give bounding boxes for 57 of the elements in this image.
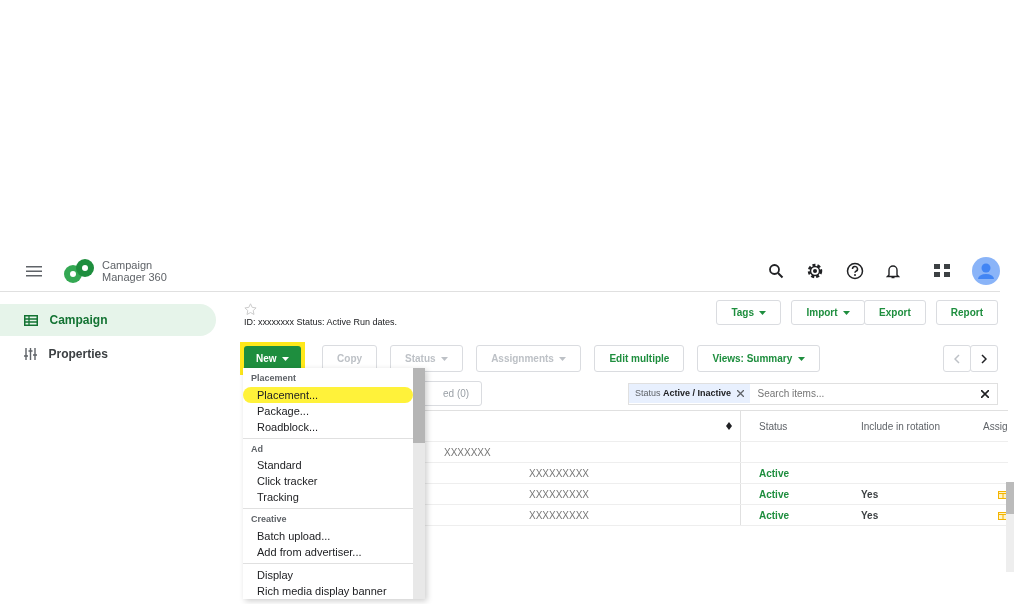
column-header[interactable]: Assig	[983, 418, 1008, 434]
menu-item[interactable]: Standard	[243, 457, 413, 473]
table-cell-text: XXXXXXX	[444, 445, 491, 460]
table-icon	[24, 314, 38, 326]
search-field[interactable]: Status Active / Inactive Search items...	[628, 382, 998, 405]
menu-item[interactable]: Click tracker	[243, 473, 413, 489]
menu-section-title: Ad	[250, 442, 264, 456]
chevron-left-icon	[954, 354, 960, 365]
table-cell-text: XXXXXXXXX	[529, 508, 590, 523]
next-button[interactable]	[970, 345, 998, 372]
scrollbar[interactable]	[413, 368, 425, 599]
table-cell: Active	[759, 488, 789, 500]
sidebar-item[interactable]: Properties	[0, 338, 216, 370]
app-name: Manager 360	[102, 270, 167, 283]
clear-icon[interactable]	[981, 389, 989, 398]
search-icon[interactable]	[768, 262, 784, 279]
table-cell: Yes	[861, 488, 879, 500]
sliders-icon	[24, 348, 37, 360]
close-icon[interactable]	[736, 390, 744, 397]
menu-section-title: Creative	[250, 513, 288, 526]
column-header[interactable]: Status	[741, 418, 861, 434]
table-cell-text: XXXXXXXXX	[529, 487, 590, 502]
menu-section-title: Placement	[250, 372, 298, 385]
star-icon[interactable]	[244, 303, 257, 316]
table-cell-text: XXXXXXXXX	[529, 466, 590, 481]
menu-item[interactable]: Batch upload...	[243, 527, 413, 544]
toolbar-button[interactable]: Tags	[716, 300, 782, 325]
toolbar-button[interactable]: Edit multiple	[594, 345, 685, 372]
table-cell: Active	[759, 467, 789, 479]
campaign-info: ID: xxxxxxxx Status: Active Run dates.	[244, 315, 398, 329]
scrollbar[interactable]	[1006, 482, 1014, 572]
menu-icon[interactable]	[26, 264, 42, 277]
table-cell: Active	[759, 509, 789, 521]
toolbar-button[interactable]: Import	[791, 300, 866, 325]
menu-item[interactable]: Display	[243, 566, 413, 583]
menu-item[interactable]: Placement...	[243, 386, 413, 403]
toolbar-button[interactable]: Report	[935, 300, 998, 325]
settings-icon[interactable]	[806, 261, 824, 280]
sidebar-item[interactable]: Campaign	[0, 304, 216, 336]
menu-item[interactable]: Package...	[243, 402, 413, 419]
sort-icon[interactable]	[726, 422, 732, 430]
avatar-icon[interactable]	[972, 256, 1000, 285]
help-icon[interactable]	[846, 261, 864, 280]
chevron-right-icon	[981, 354, 987, 365]
menu-item[interactable]: Add from advertiser...	[243, 543, 413, 560]
apps-icon[interactable]	[934, 264, 950, 277]
table-cell: Yes	[861, 509, 879, 521]
notifications-icon[interactable]	[886, 262, 900, 279]
column-header[interactable]: Include in rotation	[861, 418, 983, 434]
menu-item[interactable]: Rich media display banner	[243, 582, 413, 599]
toolbar-button[interactable]: Export	[864, 300, 926, 325]
menu-item[interactable]: Roadblock...	[243, 418, 413, 435]
menu-item[interactable]: Tracking	[243, 489, 413, 505]
toolbar-button[interactable]: Views: Summary	[697, 345, 820, 372]
app-name: Campaign	[102, 258, 154, 271]
filter-chip[interactable]: Status Active / Inactive	[629, 383, 750, 404]
logo-icon	[62, 257, 96, 284]
